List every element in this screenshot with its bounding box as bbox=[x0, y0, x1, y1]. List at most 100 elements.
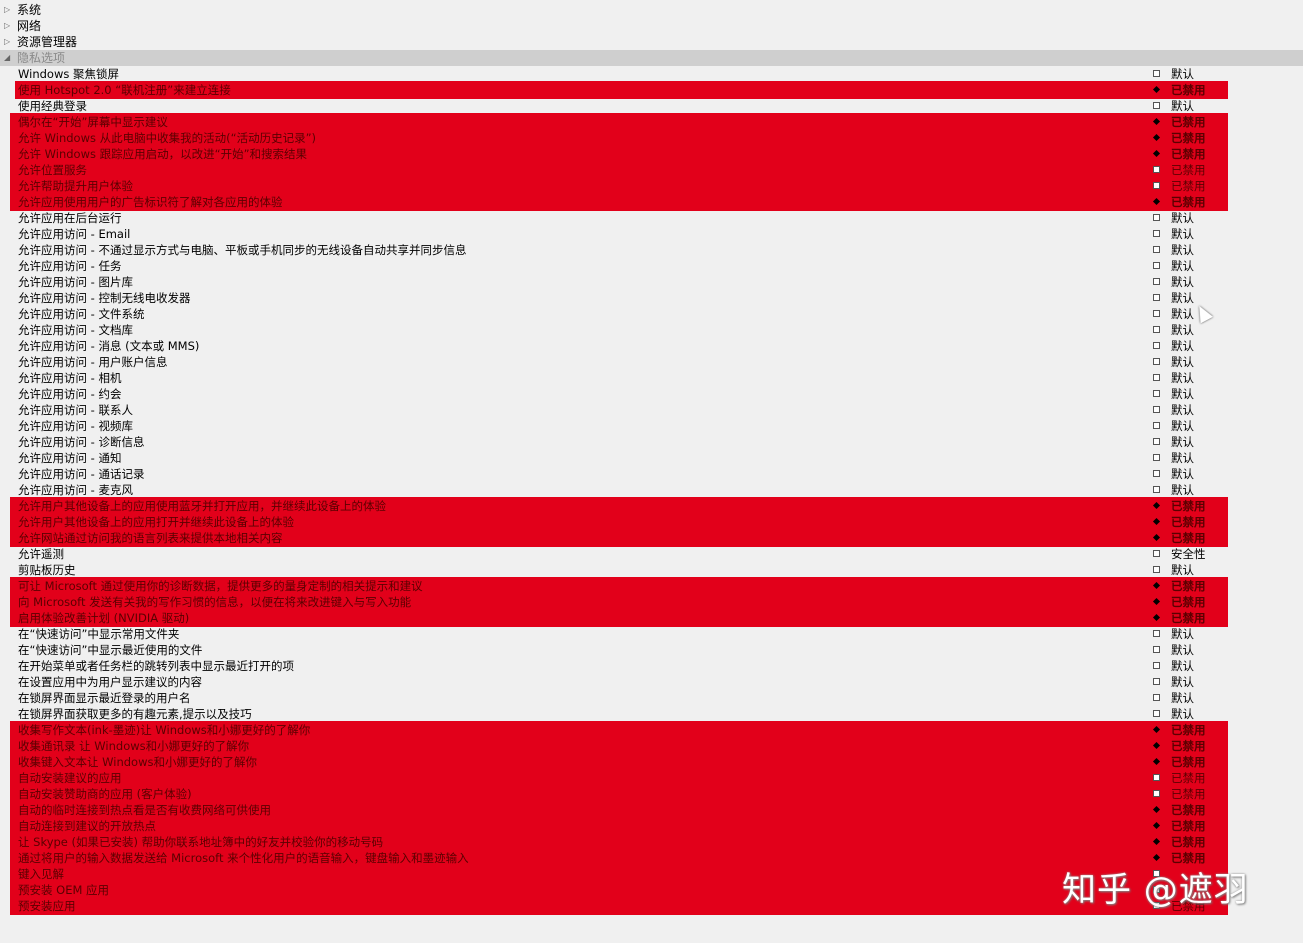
unchecked-box-icon[interactable] bbox=[1153, 406, 1160, 413]
category-0[interactable]: ▷ 系统 bbox=[0, 2, 1303, 18]
setting-row[interactable]: 收集写作文本(ink-墨迹)让 Windows和小娜更好的了解你 已禁用 bbox=[0, 722, 1303, 738]
setting-row[interactable]: 允许应用访问 - 联系人 默认 bbox=[0, 402, 1303, 418]
setting-row[interactable]: 允许应用访问 - 文件系统 默认 bbox=[0, 306, 1303, 322]
setting-row[interactable]: 向 Microsoft 发送有关我的写作习惯的信息，以便在将来改进键入与写入功能… bbox=[0, 594, 1303, 610]
setting-row[interactable]: 在“快速访问”中显示最近使用的文件 默认 bbox=[0, 642, 1303, 658]
unchecked-box-icon[interactable] bbox=[1153, 230, 1160, 237]
checked-box-icon[interactable] bbox=[1153, 118, 1160, 125]
setting-row[interactable]: 在锁屏界面显示最近登录的用户名 默认 bbox=[0, 690, 1303, 706]
setting-row[interactable]: 使用经典登录 默认 bbox=[0, 98, 1303, 114]
setting-row[interactable]: Windows 聚焦锁屏 默认 bbox=[0, 66, 1303, 82]
checked-box-icon[interactable] bbox=[1153, 582, 1160, 589]
setting-row[interactable]: 使用 Hotspot 2.0 “联机注册”来建立连接 已禁用 bbox=[0, 82, 1303, 98]
checked-box-icon[interactable] bbox=[1153, 598, 1160, 605]
checked-box-icon[interactable] bbox=[1153, 534, 1160, 541]
setting-row[interactable]: 收集通讯录 让 Windows和小娜更好的了解你 已禁用 bbox=[0, 738, 1303, 754]
checked-box-icon[interactable] bbox=[1153, 726, 1160, 733]
checked-box-icon[interactable] bbox=[1153, 134, 1160, 141]
checked-box-icon[interactable] bbox=[1153, 502, 1160, 509]
setting-row[interactable]: 让 Skype (如果已安装) 帮助你联系地址簿中的好友并校验你的移动号码 已禁用 bbox=[0, 834, 1303, 850]
setting-row[interactable]: 偶尔在“开始”屏幕中显示建议 已禁用 bbox=[0, 114, 1303, 130]
setting-row[interactable]: 允许应用在后台运行 默认 bbox=[0, 210, 1303, 226]
unchecked-box-icon[interactable] bbox=[1153, 486, 1160, 493]
setting-row[interactable]: 允许应用访问 - 相机 默认 bbox=[0, 370, 1303, 386]
unchecked-box-icon[interactable] bbox=[1153, 310, 1160, 317]
setting-row[interactable]: 允许应用访问 - 控制无线电收发器 默认 bbox=[0, 290, 1303, 306]
setting-row[interactable]: 允许应用访问 - 消息 (文本或 MMS) 默认 bbox=[0, 338, 1303, 354]
unchecked-box-icon[interactable] bbox=[1153, 262, 1160, 269]
setting-row[interactable]: 允许应用访问 - 通话记录 默认 bbox=[0, 466, 1303, 482]
unchecked-box-icon[interactable] bbox=[1153, 342, 1160, 349]
category-1[interactable]: ▷ 网络 bbox=[0, 18, 1303, 34]
setting-row[interactable]: 允许应用访问 - Email 默认 bbox=[0, 226, 1303, 242]
setting-row[interactable]: 自动的临时连接到热点看是否有收费网络可供使用 已禁用 bbox=[0, 802, 1303, 818]
category-3[interactable]: ◢ 隐私选项 bbox=[0, 50, 1303, 66]
checked-box-icon[interactable] bbox=[1153, 150, 1160, 157]
unchecked-box-icon[interactable] bbox=[1153, 566, 1160, 573]
unchecked-box-icon[interactable] bbox=[1153, 774, 1160, 781]
setting-row[interactable]: 自动安装建议的应用 已禁用 bbox=[0, 770, 1303, 786]
unchecked-box-icon[interactable] bbox=[1153, 326, 1160, 333]
unchecked-box-icon[interactable] bbox=[1153, 422, 1160, 429]
expand-arrow-right-icon[interactable]: ▷ bbox=[4, 34, 10, 50]
setting-row[interactable]: 允许应用访问 - 通知 默认 bbox=[0, 450, 1303, 466]
checked-box-icon[interactable] bbox=[1153, 614, 1160, 621]
unchecked-box-icon[interactable] bbox=[1153, 790, 1160, 797]
unchecked-box-icon[interactable] bbox=[1153, 246, 1160, 253]
unchecked-box-icon[interactable] bbox=[1153, 694, 1160, 701]
unchecked-box-icon[interactable] bbox=[1153, 166, 1160, 173]
unchecked-box-icon[interactable] bbox=[1153, 358, 1160, 365]
setting-row[interactable]: 允许用户其他设备上的应用打开并继续此设备上的体验 已禁用 bbox=[0, 514, 1303, 530]
setting-row[interactable]: 在“快速访问”中显示常用文件夹 默认 bbox=[0, 626, 1303, 642]
expand-arrow-right-icon[interactable]: ▷ bbox=[4, 18, 10, 34]
setting-row[interactable]: 允许应用访问 - 约会 默认 bbox=[0, 386, 1303, 402]
setting-row[interactable]: 允许遥测 安全性 bbox=[0, 546, 1303, 562]
setting-row[interactable]: 可让 Microsoft 通过使用你的诊断数据，提供更多的量身定制的相关提示和建… bbox=[0, 578, 1303, 594]
expand-arrow-down-icon[interactable]: ◢ bbox=[4, 50, 10, 66]
unchecked-box-icon[interactable] bbox=[1153, 438, 1160, 445]
unchecked-box-icon[interactable] bbox=[1153, 662, 1160, 669]
setting-row[interactable]: 允许应用访问 - 任务 默认 bbox=[0, 258, 1303, 274]
unchecked-box-icon[interactable] bbox=[1153, 550, 1160, 557]
checked-box-icon[interactable] bbox=[1153, 518, 1160, 525]
checked-box-icon[interactable] bbox=[1153, 854, 1160, 861]
setting-row[interactable]: 允许帮助提升用户体验 已禁用 bbox=[0, 178, 1303, 194]
checked-box-icon[interactable] bbox=[1153, 822, 1160, 829]
checked-box-icon[interactable] bbox=[1153, 198, 1160, 205]
unchecked-box-icon[interactable] bbox=[1153, 454, 1160, 461]
setting-row[interactable]: 允许网站通过访问我的语言列表来提供本地相关内容 已禁用 bbox=[0, 530, 1303, 546]
setting-row[interactable]: 剪贴板历史 默认 bbox=[0, 562, 1303, 578]
checked-box-icon[interactable] bbox=[1153, 838, 1160, 845]
unchecked-box-icon[interactable] bbox=[1153, 630, 1160, 637]
checked-box-icon[interactable] bbox=[1153, 742, 1160, 749]
unchecked-box-icon[interactable] bbox=[1153, 102, 1160, 109]
unchecked-box-icon[interactable] bbox=[1153, 374, 1160, 381]
setting-row[interactable]: 允许用户其他设备上的应用使用蓝牙并打开应用，并继续此设备上的体验 已禁用 bbox=[0, 498, 1303, 514]
unchecked-box-icon[interactable] bbox=[1153, 294, 1160, 301]
unchecked-box-icon[interactable] bbox=[1153, 278, 1160, 285]
setting-row[interactable]: 启用体验改善计划 (NVIDIA 驱动) 已禁用 bbox=[0, 610, 1303, 626]
setting-row[interactable]: 自动连接到建议的开放热点 已禁用 bbox=[0, 818, 1303, 834]
checked-box-icon[interactable] bbox=[1153, 86, 1160, 93]
setting-row[interactable]: 在设置应用中为用户显示建议的内容 默认 bbox=[0, 674, 1303, 690]
setting-row[interactable]: 自动安装赞助商的应用 (客户体验) 已禁用 bbox=[0, 786, 1303, 802]
setting-row[interactable]: 在开始菜单或者任务栏的跳转列表中显示最近打开的项 默认 bbox=[0, 658, 1303, 674]
setting-row[interactable]: 允许应用访问 - 麦克风 默认 bbox=[0, 482, 1303, 498]
setting-row[interactable]: 允许应用访问 - 不通过显示方式与电脑、平板或手机同步的无线设备自动共享并同步信… bbox=[0, 242, 1303, 258]
checked-box-icon[interactable] bbox=[1153, 758, 1160, 765]
unchecked-box-icon[interactable] bbox=[1153, 214, 1160, 221]
setting-row[interactable]: 允许 Windows 跟踪应用启动，以改进“开始”和搜索结果 已禁用 bbox=[0, 146, 1303, 162]
setting-row[interactable]: 允许应用访问 - 视频库 默认 bbox=[0, 418, 1303, 434]
checked-box-icon[interactable] bbox=[1153, 806, 1160, 813]
setting-row[interactable]: 允许应用访问 - 用户账户信息 默认 bbox=[0, 354, 1303, 370]
setting-row[interactable]: 收集键入文本让 Windows和小娜更好的了解你 已禁用 bbox=[0, 754, 1303, 770]
setting-row[interactable]: 允许位置服务 已禁用 bbox=[0, 162, 1303, 178]
setting-row[interactable]: 允许应用访问 - 文档库 默认 bbox=[0, 322, 1303, 338]
unchecked-box-icon[interactable] bbox=[1153, 182, 1160, 189]
category-2[interactable]: ▷ 资源管理器 bbox=[0, 34, 1303, 50]
expand-arrow-right-icon[interactable]: ▷ bbox=[4, 2, 10, 18]
unchecked-box-icon[interactable] bbox=[1153, 646, 1160, 653]
unchecked-box-icon[interactable] bbox=[1153, 678, 1160, 685]
setting-row[interactable]: 允许 Windows 从此电脑中收集我的活动(“活动历史记录”) 已禁用 bbox=[0, 130, 1303, 146]
setting-row[interactable]: 允许应用使用用户的广告标识符了解对各应用的体验 已禁用 bbox=[0, 194, 1303, 210]
